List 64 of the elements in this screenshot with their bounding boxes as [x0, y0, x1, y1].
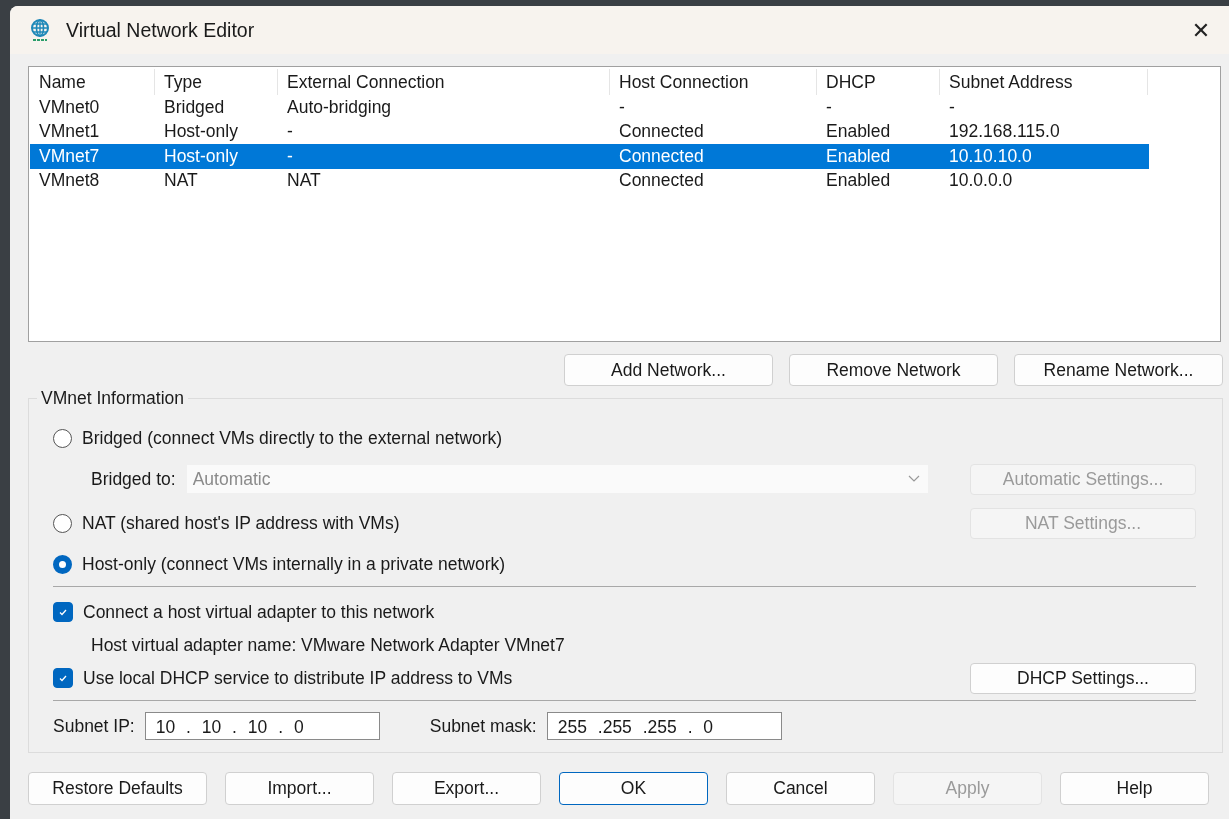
- table-cell-text: Enabled: [825, 170, 892, 192]
- checkbox-label: Use local DHCP service to distribute IP address to VMs: [83, 667, 514, 689]
- radio-label: Bridged (connect VMs directly to the external network): [82, 427, 503, 449]
- table-cell-text: Bridged: [163, 96, 226, 118]
- table-cell-text: -: [286, 145, 294, 167]
- table-cell-text: VMnet1: [38, 121, 101, 143]
- table-row[interactable]: VMnet1 Host-only - Connected Enabled 192.168.115.0: [30, 119, 1149, 144]
- table-cell-text: Connected: [618, 170, 705, 192]
- dialog-button[interactable]: Cancel: [726, 772, 875, 805]
- table-cell-text: Enabled: [825, 121, 892, 143]
- bridged-to-label: Bridged to:: [91, 468, 176, 490]
- subnet-mask-field[interactable]: 255 .255 .255 . 0: [546, 712, 782, 740]
- column-header[interactable]: External Connection: [278, 69, 610, 95]
- network-button[interactable]: Rename Network...: [1014, 354, 1223, 386]
- column-header[interactable]: Host Connection: [610, 69, 817, 95]
- close-button[interactable]: ✕: [1173, 8, 1229, 52]
- table-cell-text: VMnet8: [38, 170, 101, 192]
- table-cell-text: -: [948, 96, 956, 118]
- column-header[interactable]: Type: [155, 69, 278, 95]
- checkbox[interactable]: [53, 668, 73, 688]
- column-header[interactable]: Subnet Address: [940, 69, 1148, 95]
- table-cell-text: NAT: [286, 170, 322, 192]
- checkbox-label: Connect a host virtual adapter to this network: [83, 601, 435, 623]
- table-cell-text: 10.10.10.0: [948, 145, 1033, 167]
- subnet-ip-label: Subnet IP:: [53, 715, 135, 737]
- table-row[interactable]: VMnet8 NAT NAT Connected Enabled 10.0.0.0: [30, 168, 1149, 193]
- table-row[interactable]: VMnet0 Bridged Auto-bridging - - -: [30, 95, 1149, 120]
- table-cell-text: -: [618, 96, 626, 118]
- chevron-icon: [907, 475, 920, 483]
- subnet-mask-label: Subnet mask:: [429, 715, 537, 737]
- table-cell-text: Auto-bridging: [286, 96, 393, 118]
- dhcp-settings-button[interactable]: DHCP Settings...: [970, 662, 1196, 694]
- radio-button[interactable]: [53, 428, 72, 448]
- table-cell-text: Enabled: [825, 145, 892, 167]
- radio-button[interactable]: [53, 554, 72, 574]
- table-cell-text: NAT: [163, 170, 199, 192]
- subnet-ip-field[interactable]: 10 . 10 . 10 . 0: [144, 712, 380, 740]
- dialog-button[interactable]: Help: [1060, 772, 1209, 805]
- table-cell-text: -: [286, 121, 294, 143]
- table-cell-text: VMnet0: [38, 96, 101, 118]
- table-cell-text: VMnet7: [38, 145, 101, 167]
- table-cell-text: Connected: [618, 121, 705, 143]
- table-cell-text: 10.0.0.0: [948, 170, 1014, 192]
- network-button[interactable]: Add Network...: [564, 354, 773, 386]
- radio-label: NAT (shared host's IP address with VMs): [82, 512, 401, 534]
- table-cell-text: Host-only: [163, 121, 239, 143]
- checkbox[interactable]: [53, 602, 73, 622]
- column-header[interactable]: DHCP: [817, 69, 940, 95]
- table-cell-text: 192.168.115.0: [948, 121, 1061, 143]
- column-header[interactable]: Name: [30, 69, 155, 95]
- radio-label: Host-only (connect VMs internally in a private network): [82, 553, 506, 575]
- table-cell-text: Connected: [618, 145, 705, 167]
- table-cell-text: -: [825, 96, 833, 118]
- window-title: Virtual Network Editor: [66, 18, 256, 42]
- radio-button[interactable]: [53, 513, 72, 533]
- table-cell-text: Host-only: [163, 145, 239, 167]
- dialog-button[interactable]: Export...: [392, 772, 541, 805]
- adapter-name-text: Host virtual adapter name: VMware Network Adapter VMnet7: [91, 634, 565, 656]
- dialog-button[interactable]: OK: [559, 772, 708, 805]
- table-row[interactable]: VMnet7 Host-only - Connected Enabled 10.10.10.0: [30, 144, 1149, 169]
- globe-icon: [28, 18, 52, 42]
- network-button[interactable]: Remove Network: [789, 354, 998, 386]
- dialog-button[interactable]: Restore Defaults: [28, 772, 207, 805]
- dialog-button[interactable]: Import...: [225, 772, 374, 805]
